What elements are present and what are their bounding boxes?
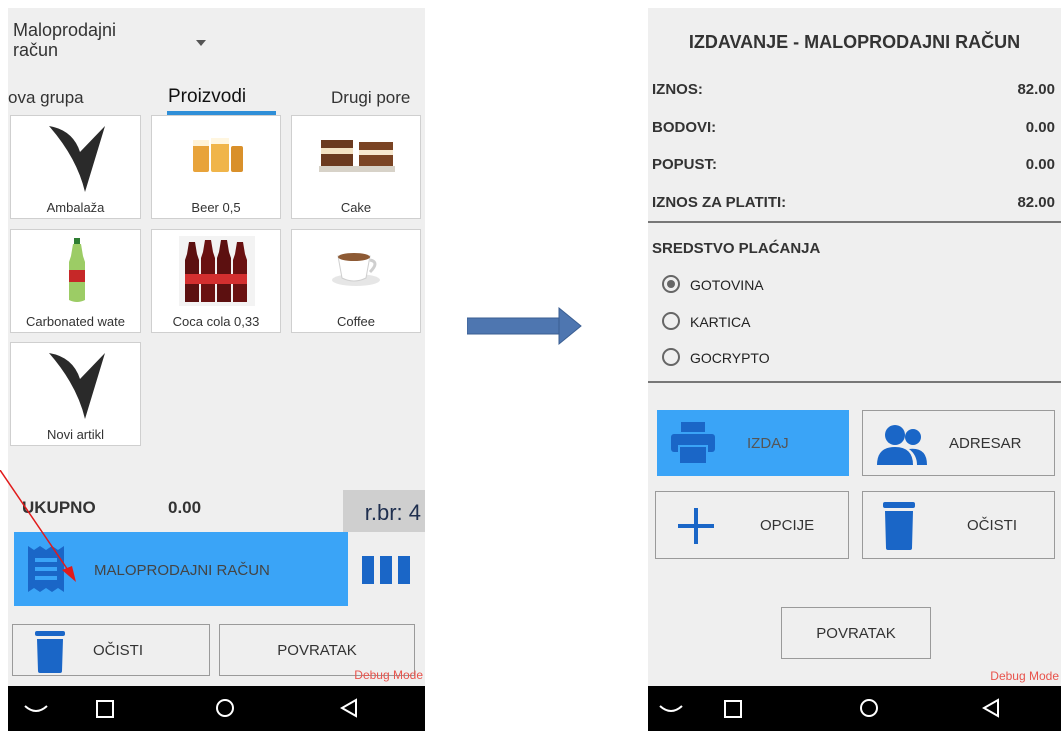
tab-other[interactable]: Drugi pore — [331, 88, 410, 108]
cake-image — [319, 140, 395, 172]
address-book-label: ADRESAR — [949, 434, 1022, 452]
payment-option-gocrypto[interactable]: GOCRYPTO — [662, 346, 862, 370]
users-icon — [877, 425, 927, 465]
plus-icon — [678, 508, 714, 544]
options-label: OPCIJE — [760, 516, 815, 534]
printer-icon — [671, 422, 715, 464]
beer-image — [193, 138, 243, 172]
trash-icon — [35, 631, 65, 673]
page-title: IZDAVANJE - MALOPRODAJNI RAČUN — [688, 32, 1021, 52]
recent-apps-icon[interactable] — [724, 700, 742, 718]
radio-unselected-icon — [662, 312, 680, 330]
annotation-arrow — [0, 470, 76, 582]
radio-selected-icon — [662, 275, 680, 293]
trash-icon — [883, 502, 915, 550]
product-tile[interactable]: Coffee — [291, 229, 421, 333]
product-label: Cake — [340, 200, 372, 215]
radio-unselected-icon — [662, 348, 680, 366]
issue-button[interactable]: IZDAJ — [657, 410, 849, 476]
cola-image — [179, 236, 255, 306]
payment-option-cash[interactable]: GOTOVINA — [662, 273, 862, 297]
back-icon[interactable] — [340, 698, 358, 718]
tab-products[interactable]: Proizvodi — [168, 86, 246, 108]
amount-value: 82.00 — [1017, 81, 1055, 98]
category-tabs: ova grupa Proizvodi Drugi pore — [8, 84, 425, 116]
divider — [648, 221, 1061, 223]
logo-icon — [49, 353, 105, 419]
menu-bars-icon[interactable] — [362, 556, 412, 584]
payment-option-label: GOTOVINA — [690, 277, 764, 293]
transition-arrow — [467, 306, 582, 346]
product-tile[interactable]: Carbonated wate — [10, 229, 141, 333]
payment-method-title: SREDSTVO PLAĆANJA — [652, 240, 821, 257]
payment-option-label: KARTICA — [690, 314, 751, 330]
address-book-button[interactable]: ADRESAR — [862, 410, 1055, 476]
logo-icon — [49, 126, 105, 192]
android-nav-bar — [8, 686, 425, 731]
amount-to-pay-label: IZNOS ZA PLATITI: — [652, 194, 787, 211]
debug-mode-label: Debug Mode — [990, 669, 1059, 683]
android-nav-bar — [648, 686, 1061, 731]
clear-label: OČISTI — [93, 641, 144, 659]
product-label: Beer 0,5 — [191, 200, 241, 215]
product-label: Coffee — [336, 314, 376, 329]
discount-label: POPUST: — [652, 156, 718, 173]
receipt-number-text: r.br: 4 — [364, 500, 421, 525]
back-icon[interactable] — [982, 698, 1000, 718]
amount-to-pay-value: 82.00 — [1017, 194, 1055, 211]
product-tile[interactable]: Novi artikl — [10, 342, 141, 446]
product-label: Novi artikl — [46, 427, 105, 442]
keyboard-hide-icon[interactable] — [658, 700, 684, 716]
product-label: Carbonated wate — [25, 314, 125, 329]
product-tile[interactable]: Ambalaža — [10, 115, 141, 219]
document-type-dropdown[interactable]: Maloprodajni račun — [8, 18, 228, 66]
clear-button[interactable]: OČISTI — [12, 624, 210, 676]
product-tile[interactable]: Cake — [291, 115, 421, 219]
receipt-number: r.br: 4 — [343, 490, 425, 532]
debug-mode-label: Debug Mode — [354, 668, 423, 682]
issue-label: IZDAJ — [747, 434, 789, 452]
points-label: BODOVI: — [652, 119, 717, 136]
product-label: Coca cola 0,33 — [172, 314, 260, 329]
clear-label: OČISTI — [967, 516, 1018, 534]
chevron-down-icon — [196, 40, 206, 46]
retail-receipt-label: MALOPRODAJNI RAČUN — [94, 562, 270, 579]
payment-option-label: GOCRYPTO — [690, 350, 770, 366]
product-tile[interactable]: Coca cola 0,33 — [151, 229, 281, 333]
product-tile[interactable]: Beer 0,5 — [151, 115, 281, 219]
home-icon[interactable] — [860, 699, 878, 717]
points-value: 0.00 — [1025, 119, 1055, 136]
left-phone-screen: Maloprodajni račun ova grupa Proizvodi D… — [8, 8, 425, 731]
clear-button[interactable]: OČISTI — [862, 491, 1055, 559]
bottle-image — [69, 238, 85, 302]
tab-group[interactable]: ova grupa — [8, 88, 84, 108]
discount-value: 0.00 — [1025, 156, 1055, 173]
amount-label: IZNOS: — [652, 81, 703, 98]
product-label: Ambalaža — [46, 200, 105, 215]
back-label: POVRATAK — [816, 624, 896, 642]
options-button[interactable]: OPCIJE — [655, 491, 849, 559]
keyboard-hide-icon[interactable] — [23, 700, 49, 716]
document-type-label: Maloprodajni račun — [13, 20, 117, 60]
home-icon[interactable] — [216, 699, 234, 717]
divider — [648, 381, 1061, 383]
back-button[interactable]: POVRATAK — [781, 607, 931, 659]
total-value: 0.00 — [168, 498, 202, 517]
coffee-image — [332, 253, 380, 286]
right-phone-screen: IZDAVANJE - MALOPRODAJNI RAČUN IZNOS: 82… — [648, 8, 1061, 731]
recent-apps-icon[interactable] — [96, 700, 114, 718]
payment-option-card[interactable]: KARTICA — [662, 310, 862, 334]
